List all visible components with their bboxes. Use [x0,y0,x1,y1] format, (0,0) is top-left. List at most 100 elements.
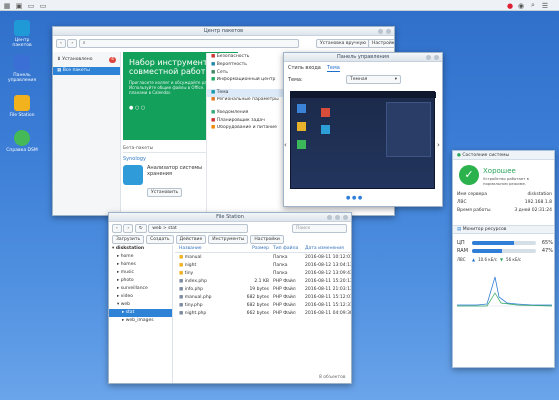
file-station-taskbar-icon[interactable]: ▭ [26,1,36,10]
file-size: 19 bytes [249,287,269,292]
resource-bars: ЦП 65% RAM 47% ЛВС ▲ 10.6 кБ/с ▼ 56 кБ/с [457,239,553,263]
menu-item-network[interactable]: ■ Сеть [207,69,283,77]
file-station-titlebar[interactable]: File Station [109,213,351,222]
window-title: File Station [216,214,244,220]
install-manual-button[interactable]: Установка вручную [316,39,371,48]
desktop-icon-label: Центр пакетов [12,38,32,48]
network-graph [457,276,552,307]
menu-item-task-scheduler[interactable]: ■ Планировщик задач [207,117,283,125]
file-name: night [184,263,197,268]
file-row[interactable]: ■ info.php 19 bytes PHP Файл 2016-08-11 21:… [175,286,351,294]
path-field[interactable]: web > stat [148,224,249,233]
tabs: Стиль входа Тема [288,65,340,72]
nav-all-packages[interactable]: ▦ Все пакеты [53,67,120,75]
tab-login-style[interactable]: Стиль входа [288,65,321,72]
item-count: 8 объектов [319,375,346,380]
search-input[interactable]: ⌕ [78,39,299,48]
minimize-icon[interactable] [378,29,383,34]
desktop-icon-file-station[interactable]: File Station [5,95,39,118]
tree-item-stat[interactable]: ▸ stat [109,309,172,317]
nav-installed[interactable]: ⬇ Установлено 4 [53,56,120,64]
tree-item-video[interactable]: ▸ video [109,293,172,301]
menu-item-security[interactable]: ■ Безопасность [207,53,283,61]
cpu-value: 65% [541,240,553,246]
column-name[interactable]: Название [175,245,243,252]
refresh-button[interactable]: ↻ [134,224,147,233]
file-row[interactable]: ■ tiny Папка 2016-08-12 13:09:43 [175,270,351,278]
install-button[interactable]: Установить [147,188,183,197]
tree-label: surveillance [120,286,148,291]
menu-item-info-center[interactable]: ■ Информационный центр [207,77,283,89]
menu-item-wireless[interactable]: ■ Вероятность [207,61,283,69]
forward-button[interactable]: › [67,39,78,48]
preview-icon [321,108,330,117]
theme-preview [290,91,436,189]
tree-root[interactable]: ▾ diskstation [109,245,172,253]
package-center-titlebar[interactable]: Центр пакетов [53,27,394,36]
menu-item-notifications[interactable]: ■ Уведомления [207,109,283,117]
menu-label: Региональные параметры [216,97,279,102]
file-row[interactable]: ■ index.php 2.1 KB PHP Файл 2016-08-11 15:2… [175,278,351,286]
dsm-icon[interactable]: ▣ [14,1,24,10]
folder-icon [14,95,30,111]
column-size[interactable]: Размер [243,245,269,252]
tree-item-photo[interactable]: ▸ photo [109,277,172,285]
desktop-icon-dsm-help[interactable]: Справка DSM [5,130,39,153]
search-icon[interactable]: ⌕ [528,1,538,10]
tree-item-homes[interactable]: ▸ homes [109,261,172,269]
menu-item-theme[interactable]: ■ Тема [207,89,283,97]
settings-button[interactable]: Настройки [368,39,394,48]
download-value: 56 кБ/с [506,256,522,262]
monitor-header: ▤ Монитор ресурсов [453,225,554,234]
package-center-icon [14,20,30,36]
taskbar: ▦ ▣ ▭ ▭ ● ◉ ⌕ ☰ [0,0,559,11]
back-button[interactable]: ‹ [56,39,66,48]
carousel-dots[interactable]: ● ● ● [346,195,362,201]
forward-button[interactable]: › [123,224,134,233]
file-name: manual.php [184,295,212,300]
task-icon[interactable]: ▭ [38,1,48,10]
help-icon [14,130,30,146]
close-icon[interactable] [343,215,348,220]
file-row[interactable]: ■ night Папка 2016-08-12 13:04:13 [175,262,351,270]
minimize-icon[interactable] [426,55,431,60]
file-row[interactable]: ■ manual.php 682 bytes PHP Файл 2016-08-11 … [175,294,351,302]
control-panel-menu: ■ Безопасность ■ Вероятность ■ Сеть ■ Ин… [206,53,283,215]
minimize-icon[interactable] [327,215,332,220]
tree-item-home[interactable]: ▸ home [109,253,172,261]
back-button[interactable]: ‹ [112,224,122,233]
file-row[interactable]: ■ manual Папка 2016-08-11 10:12:01 [175,254,351,262]
next-arrow-icon[interactable]: › [437,141,440,149]
user-icon[interactable]: ◉ [516,1,526,10]
desktop-icon-label: Панель управления [7,73,37,83]
column-type[interactable]: Тип файла [269,245,305,252]
tree-item-music[interactable]: ▸ music [109,269,172,277]
close-icon[interactable] [386,29,391,34]
tab-theme[interactable]: Тема [326,65,340,72]
notification-icon[interactable]: ● [505,1,515,10]
action-button[interactable]: Действие [175,235,207,244]
search-input[interactable]: Поиск [292,224,347,233]
tree-item-web-images[interactable]: ▸ web_images [109,317,172,325]
tree-item-web[interactable]: ▾ web [109,301,172,309]
create-button[interactable]: Создать [146,235,174,244]
close-icon[interactable] [434,55,439,60]
file-row[interactable]: ■ tiny.php 682 bytes PHP Файл 2016-08-11 15… [175,302,351,310]
tools-button[interactable]: Инструменты [208,235,249,244]
main-menu-icon[interactable]: ▦ [2,1,12,10]
menu-item-regional[interactable]: ■ Региональные параметры [207,97,283,109]
column-date[interactable]: Дата изменения [305,245,351,252]
settings-button[interactable]: Настройки [250,235,284,244]
file-row[interactable]: ■ night.php 662 bytes PHP Файл 2016-08-11 0… [175,310,351,318]
theme-select[interactable]: Темная ▾ [346,75,401,84]
menu-item-hardware[interactable]: ■ Оборудование и питание [207,125,283,137]
tree-item-surveillance[interactable]: ▸ surveillance [109,285,172,293]
maximize-icon[interactable] [335,215,340,220]
upload-button[interactable]: Загрузить [112,235,145,244]
desktop-icon-control-panel[interactable]: Панель управления [5,55,39,83]
options-icon[interactable]: ☰ [540,1,550,10]
menu-label: Безопасность [216,54,250,59]
prev-arrow-icon[interactable]: ‹ [284,141,287,149]
control-panel-titlebar[interactable]: Панель управления [284,53,442,62]
desktop-icon-package-center[interactable]: Центр пакетов [5,20,39,48]
